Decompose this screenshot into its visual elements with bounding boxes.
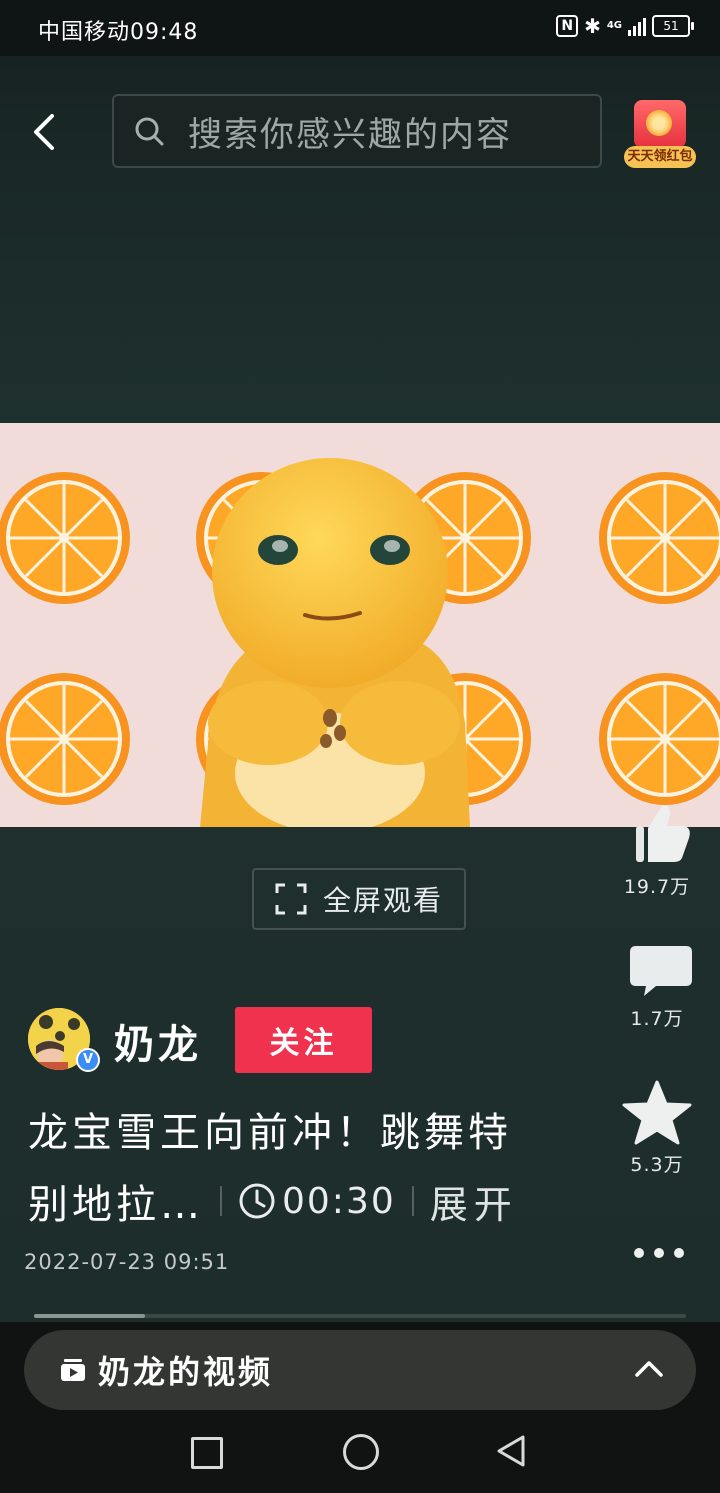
fullscreen-button[interactable]: 全屏观看: [252, 868, 466, 930]
orange-slice-icon: [0, 671, 132, 807]
chevron-left-icon: [34, 114, 54, 150]
favorite-count: 5.3万: [630, 1154, 684, 1176]
video-player[interactable]: [0, 423, 720, 827]
caption-line-2: 别地拉… 00:30 展开: [28, 1172, 518, 1230]
battery-icon: 51: [652, 15, 694, 37]
author-name[interactable]: 奶龙: [114, 1012, 202, 1070]
post-date: 2022-07-23 09:51: [24, 1250, 230, 1274]
recent-apps-button[interactable]: [191, 1437, 223, 1469]
thumbs-up-icon: [636, 805, 690, 862]
video-duration: 00:30: [282, 1180, 396, 1222]
nav-back-button[interactable]: [496, 1434, 526, 1468]
comment-count: 1.7万: [630, 1008, 684, 1030]
like-button[interactable]: 19.7万: [612, 800, 702, 899]
fullscreen-label: 全屏观看: [322, 884, 443, 917]
nfc-icon: N: [556, 15, 579, 37]
status-bar: 中国移动09:48 N ✱ 4G 51: [0, 0, 720, 56]
expand-button[interactable]: 展开: [430, 1174, 518, 1229]
orange-slice-icon: [0, 470, 132, 606]
fullscreen-icon: [275, 883, 307, 915]
video-progress-bar[interactable]: [34, 1314, 686, 1318]
search-input[interactable]: 搜索你感兴趣的内容: [112, 94, 602, 168]
app-screen: 中国移动09:48 N ✱ 4G 51 搜索你感兴趣的内容 天天领红包 全屏观看…: [0, 0, 720, 1493]
red-packet-button[interactable]: 天天领红包: [624, 100, 696, 172]
video-thumbnail: [0, 423, 720, 827]
chevron-up-icon[interactable]: [634, 1356, 664, 1380]
signal-icon: [628, 16, 646, 36]
caption-text-continued: 别地拉…: [28, 1182, 204, 1228]
comment-icon: [630, 946, 692, 996]
collection-label: 奶龙的视频: [98, 1353, 274, 1391]
playlist-icon: [61, 1359, 85, 1381]
coin-icon: [646, 110, 672, 136]
home-button[interactable]: [343, 1434, 379, 1470]
caption-text: 龙宝雪王向前冲！跳舞特: [28, 1110, 512, 1156]
divider: [411, 1186, 414, 1216]
carrier-time: 中国移动09:48: [38, 20, 199, 45]
comment-button[interactable]: 1.7万: [612, 940, 702, 1031]
divider: [220, 1186, 222, 1216]
verified-badge: V: [76, 1048, 100, 1072]
follow-button[interactable]: 关注: [235, 1007, 372, 1073]
network-type: 4G: [606, 20, 622, 31]
clock-icon: [239, 1183, 275, 1219]
bluetooth-icon: ✱: [584, 14, 601, 38]
back-button[interactable]: [28, 112, 64, 152]
red-packet-label: 天天领红包: [624, 146, 696, 168]
collection-bar[interactable]: 奶龙的视频: [24, 1330, 696, 1410]
search-placeholder: 搜索你感兴趣的内容: [188, 114, 512, 155]
like-count: 19.7万: [623, 876, 691, 898]
favorite-button[interactable]: 5.3万: [612, 1080, 702, 1177]
status-icons: N ✱ 4G 51: [556, 14, 694, 38]
video-progress-fill: [34, 1314, 145, 1318]
star-icon: [622, 1080, 692, 1145]
more-options-icon[interactable]: [634, 1248, 684, 1262]
search-icon: [135, 117, 164, 146]
